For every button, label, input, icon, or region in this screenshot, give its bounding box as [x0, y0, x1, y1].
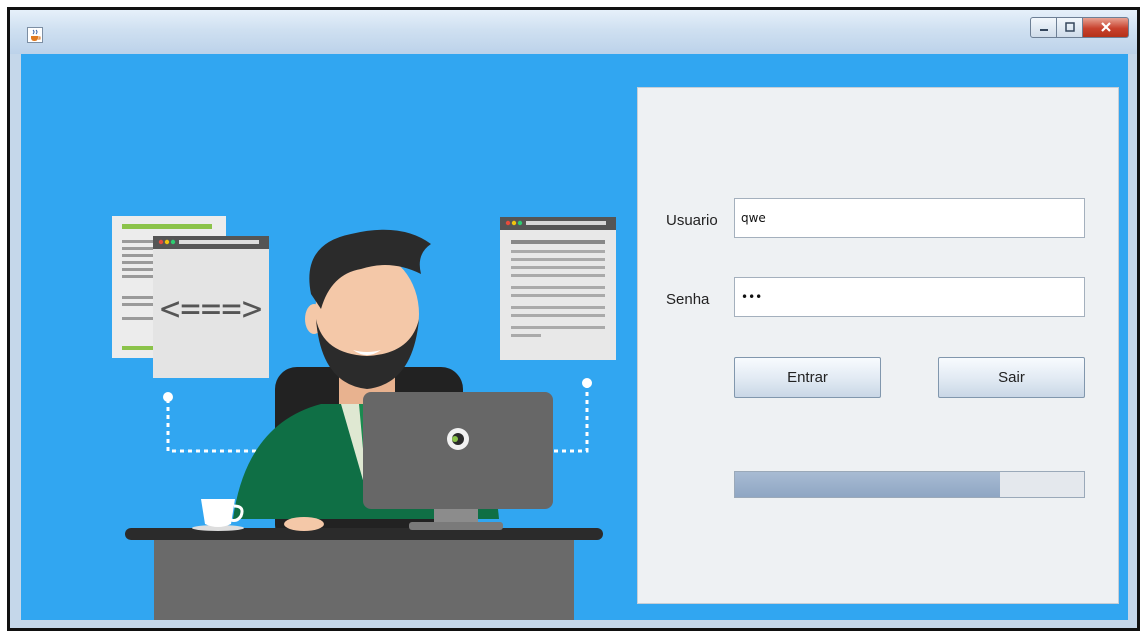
maximize-button[interactable]	[1057, 17, 1083, 38]
close-icon	[1100, 20, 1112, 36]
code-window-icon: <===>	[153, 236, 269, 378]
close-button[interactable]	[1083, 17, 1129, 38]
minimize-icon	[1039, 21, 1049, 35]
title-bar[interactable]	[10, 10, 1137, 54]
progress-bar	[734, 471, 1085, 498]
java-cup-icon	[27, 27, 43, 43]
password-field[interactable]	[734, 277, 1085, 317]
username-label: Usuario	[666, 212, 718, 229]
code-snippet-text: <===>	[160, 289, 262, 329]
username-field[interactable]	[734, 198, 1085, 238]
progress-fill	[735, 472, 1001, 497]
password-label: Senha	[666, 291, 710, 308]
developer-illustration: <===>	[112, 216, 616, 620]
app-window: <===> Usuario qwe Senha Entrar Sair	[7, 7, 1140, 631]
login-panel: Usuario Senha Entrar Sair	[637, 87, 1119, 604]
content-area: <===> Usuario qwe Senha Entrar Sair	[21, 54, 1128, 620]
document-window-icon	[500, 217, 616, 360]
exit-button[interactable]: Sair	[938, 357, 1085, 398]
minimize-button[interactable]	[1030, 17, 1057, 38]
maximize-icon	[1064, 21, 1075, 35]
enter-button[interactable]: Entrar	[734, 357, 881, 398]
